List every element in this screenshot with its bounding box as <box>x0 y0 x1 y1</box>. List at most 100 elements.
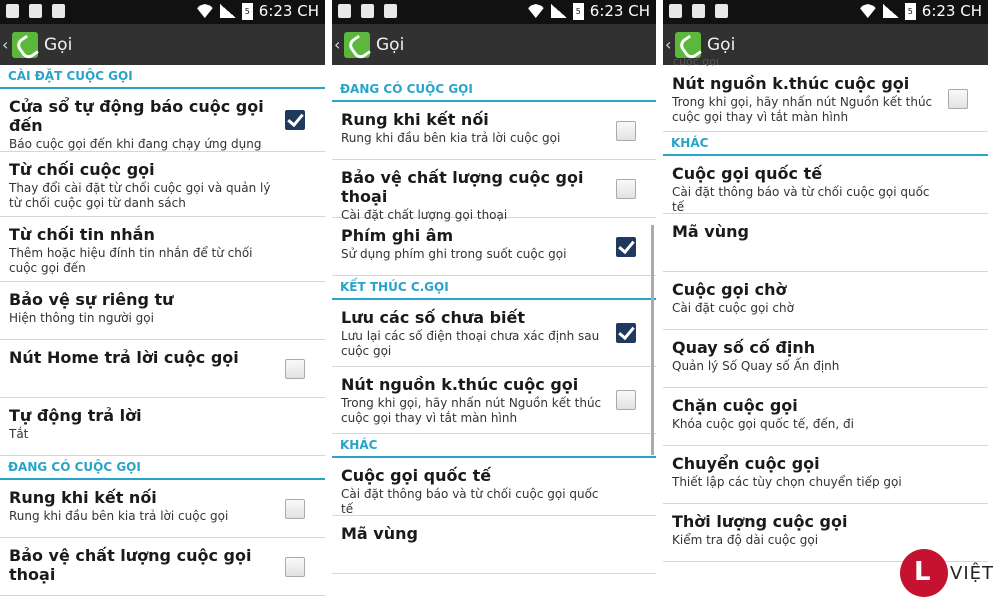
settings-item-title: Cuộc gọi chờ <box>672 280 787 299</box>
settings-item[interactable]: Từ chối cuộc gọi Thay đổi cài đặt từ chối… <box>0 152 325 217</box>
settings-item-title: Thời lượng cuộc gọi <box>672 512 848 531</box>
app-title: Gọi <box>707 34 736 55</box>
wifi-icon <box>526 4 545 18</box>
settings-item[interactable]: Bảo vệ chất lượng cuộc gọi thoại <box>0 538 325 596</box>
app-bar: ‹ Gọi <box>332 24 656 65</box>
back-arrow-icon[interactable]: ‹ <box>665 35 673 54</box>
android-icon <box>692 4 705 18</box>
battery-icon: 5 <box>572 2 584 20</box>
settings-item[interactable]: Rung khi kết nối Rung khi đầu bên kia trả… <box>332 102 656 160</box>
settings-item[interactable]: Lưu các số chưa biết Lưu lại các số điện … <box>332 300 656 367</box>
checkbox-unchecked[interactable] <box>616 178 636 199</box>
phone-icon[interactable] <box>675 31 701 58</box>
back-arrow-icon[interactable]: ‹ <box>334 35 342 54</box>
settings-item[interactable]: Bảo vệ chất lượng cuộc gọi thoại Cài đặt … <box>332 160 656 222</box>
settings-item[interactable]: Bảo vệ sự riêng tư Hiện thông tin người g… <box>0 282 325 340</box>
signal-icon <box>219 4 236 18</box>
settings-item-subtitle: Rung khi đầu bên kia trả lời cuộc gọi <box>341 131 561 145</box>
settings-item-title: Bảo vệ chất lượng cuộc gọi thoại <box>9 546 252 584</box>
screen-panel-1: 5 6:23 CH ‹ Gọi CÀI ĐẶT CUỘC GỌI Cửa sổ t… <box>0 0 325 604</box>
settings-item[interactable]: Chuyển cuộc gọi Thiết lập các tùy chọn ch… <box>663 446 988 504</box>
sd-card-icon <box>338 4 351 18</box>
section-header: CÀI ĐẶT CUỘC GỌI <box>0 65 325 89</box>
settings-item-title: Bảo vệ sự riêng tư <box>9 290 174 309</box>
settings-item[interactable]: Quay số cố định Quản lý Số Quay số Ấn địn… <box>663 330 988 388</box>
app-title: Gọi <box>376 34 405 55</box>
android-icon <box>361 4 374 18</box>
settings-item-subtitle: Thêm hoặc hiệu đính tin nhắn để từ chối … <box>9 246 253 275</box>
settings-item-subtitle: Quản lý Số Quay số Ấn định <box>672 359 840 373</box>
checkbox-checked[interactable] <box>616 323 636 343</box>
settings-item-subtitle: Sử dụng phím ghi trong suốt cuộc gọi <box>341 247 567 261</box>
settings-item-title: Tự động trả lời <box>9 406 142 425</box>
settings-list: ĐANG CÓ CUỘC GỌI Rung khi kết nối Rung khi… <box>332 78 656 574</box>
checkbox-checked[interactable] <box>616 236 636 257</box>
notification-icons <box>669 4 728 18</box>
checkbox-unchecked[interactable] <box>285 498 305 519</box>
wifi-icon <box>195 4 214 18</box>
section-header: KHÁC <box>663 132 988 156</box>
settings-item-title: Mã vùng <box>341 524 418 543</box>
settings-item-title: Cuộc gọi quốc tế <box>341 466 492 485</box>
settings-item[interactable]: Cửa sổ tự động báo cuộc gọi đến Báo cuộc … <box>0 89 325 152</box>
watermark-text: VIỆT <box>950 563 994 584</box>
notification-icons <box>6 4 65 18</box>
settings-item-title: Chuyển cuộc gọi <box>672 454 820 473</box>
checkbox-unchecked[interactable] <box>616 120 636 141</box>
section-header: KHÁC <box>332 434 656 458</box>
back-arrow-icon[interactable]: ‹ <box>2 35 10 54</box>
section-header: ĐANG CÓ CUỘC GỌI <box>332 78 656 102</box>
settings-item-title: Mã vùng <box>672 222 749 241</box>
settings-item[interactable]: Thời lượng cuộc gọi Kiểm tra độ dài cuộc … <box>663 504 988 562</box>
usb-icon <box>52 4 65 18</box>
settings-item-subtitle: Khóa cuộc gọi quốc tế, đến, đi <box>672 417 854 431</box>
checkbox-unchecked[interactable] <box>285 358 305 379</box>
partial-row-text: cuộc gọi <box>673 58 720 66</box>
settings-item[interactable]: Nút Home trả lời cuộc gọi <box>0 340 325 398</box>
clock: 6:23 CH <box>258 2 319 20</box>
settings-item[interactable]: Cuộc gọi quốc tế Cài đặt thông báo và từ … <box>332 458 656 516</box>
section-header: KẾT THÚC C.GỌI <box>332 276 656 300</box>
settings-item-subtitle: Hiện thông tin người gọi <box>9 311 154 325</box>
settings-list: CÀI ĐẶT CUỘC GỌI Cửa sổ tự động báo cuộc … <box>0 65 325 596</box>
checkbox-unchecked[interactable] <box>285 556 305 577</box>
settings-item-subtitle: Rung khi đầu bên kia trả lời cuộc gọi <box>9 509 229 523</box>
settings-item[interactable]: Cuộc gọi chờ Cài đặt cuộc gọi chờ <box>663 272 988 330</box>
settings-item-title: Rung khi kết nối <box>9 488 157 507</box>
checkbox-unchecked[interactable] <box>948 88 968 109</box>
settings-item-subtitle: Cài đặt thông báo và từ chối cuộc gọi qu… <box>672 185 930 214</box>
signal-icon <box>550 4 567 18</box>
battery-icon: 5 <box>241 2 253 20</box>
app-bar: ‹ Gọi <box>0 24 325 65</box>
phone-icon[interactable] <box>12 31 38 58</box>
settings-item-subtitle: Thiết lập các tùy chọn chuyển tiếp gọi <box>672 475 902 489</box>
scrollbar[interactable] <box>651 225 654 455</box>
settings-item-title: Rung khi kết nối <box>341 110 489 129</box>
sd-card-icon <box>669 4 682 18</box>
settings-item-subtitle: Báo cuộc gọi đến khi đang chạy ứng dụng <box>9 137 262 151</box>
settings-item-title: Nút Home trả lời cuộc gọi <box>9 348 239 367</box>
settings-item-title: Chặn cuộc gọi <box>672 396 798 415</box>
battery-icon: 5 <box>904 2 916 20</box>
settings-item-subtitle: Lưu lại các số điện thoại chưa xác định … <box>341 329 600 358</box>
settings-item[interactable]: Rung khi kết nối Rung khi đầu bên kia trả… <box>0 480 325 538</box>
checkbox-unchecked[interactable] <box>616 390 636 410</box>
lg-logo <box>900 549 948 597</box>
settings-item[interactable]: Cuộc gọi quốc tế Cài đặt thông báo và từ … <box>663 156 988 214</box>
settings-item[interactable]: Tự động trả lời Tắt <box>0 398 325 456</box>
checkbox-checked[interactable] <box>285 110 305 130</box>
settings-item[interactable]: Mã vùng <box>332 516 656 574</box>
settings-item[interactable]: Phím ghi âm Sử dụng phím ghi trong suốt c… <box>332 218 656 276</box>
phone-icon[interactable] <box>344 31 370 58</box>
settings-item-title: Quay số cố định <box>672 338 816 357</box>
wifi-icon <box>858 4 877 18</box>
settings-item[interactable]: Nút nguồn k.thúc cuộc gọi Trong khi gọi, … <box>663 66 988 132</box>
settings-item[interactable]: Chặn cuộc gọi Khóa cuộc gọi quốc tế, đến,… <box>663 388 988 446</box>
settings-item-subtitle: Cài đặt cuộc gọi chờ <box>672 301 794 315</box>
settings-item-subtitle: Trong khi gọi, hãy nhấn nút Nguồn kết th… <box>672 95 933 124</box>
settings-item[interactable]: Nút nguồn k.thúc cuộc gọi Trong khi gọi, … <box>332 367 656 434</box>
clock: 6:23 CH <box>921 2 982 20</box>
settings-item[interactable]: Mã vùng <box>663 214 988 272</box>
status-bar: 5 6:23 CH <box>663 0 988 24</box>
settings-item[interactable]: Từ chối tin nhắn Thêm hoặc hiệu đính tin … <box>0 217 325 282</box>
